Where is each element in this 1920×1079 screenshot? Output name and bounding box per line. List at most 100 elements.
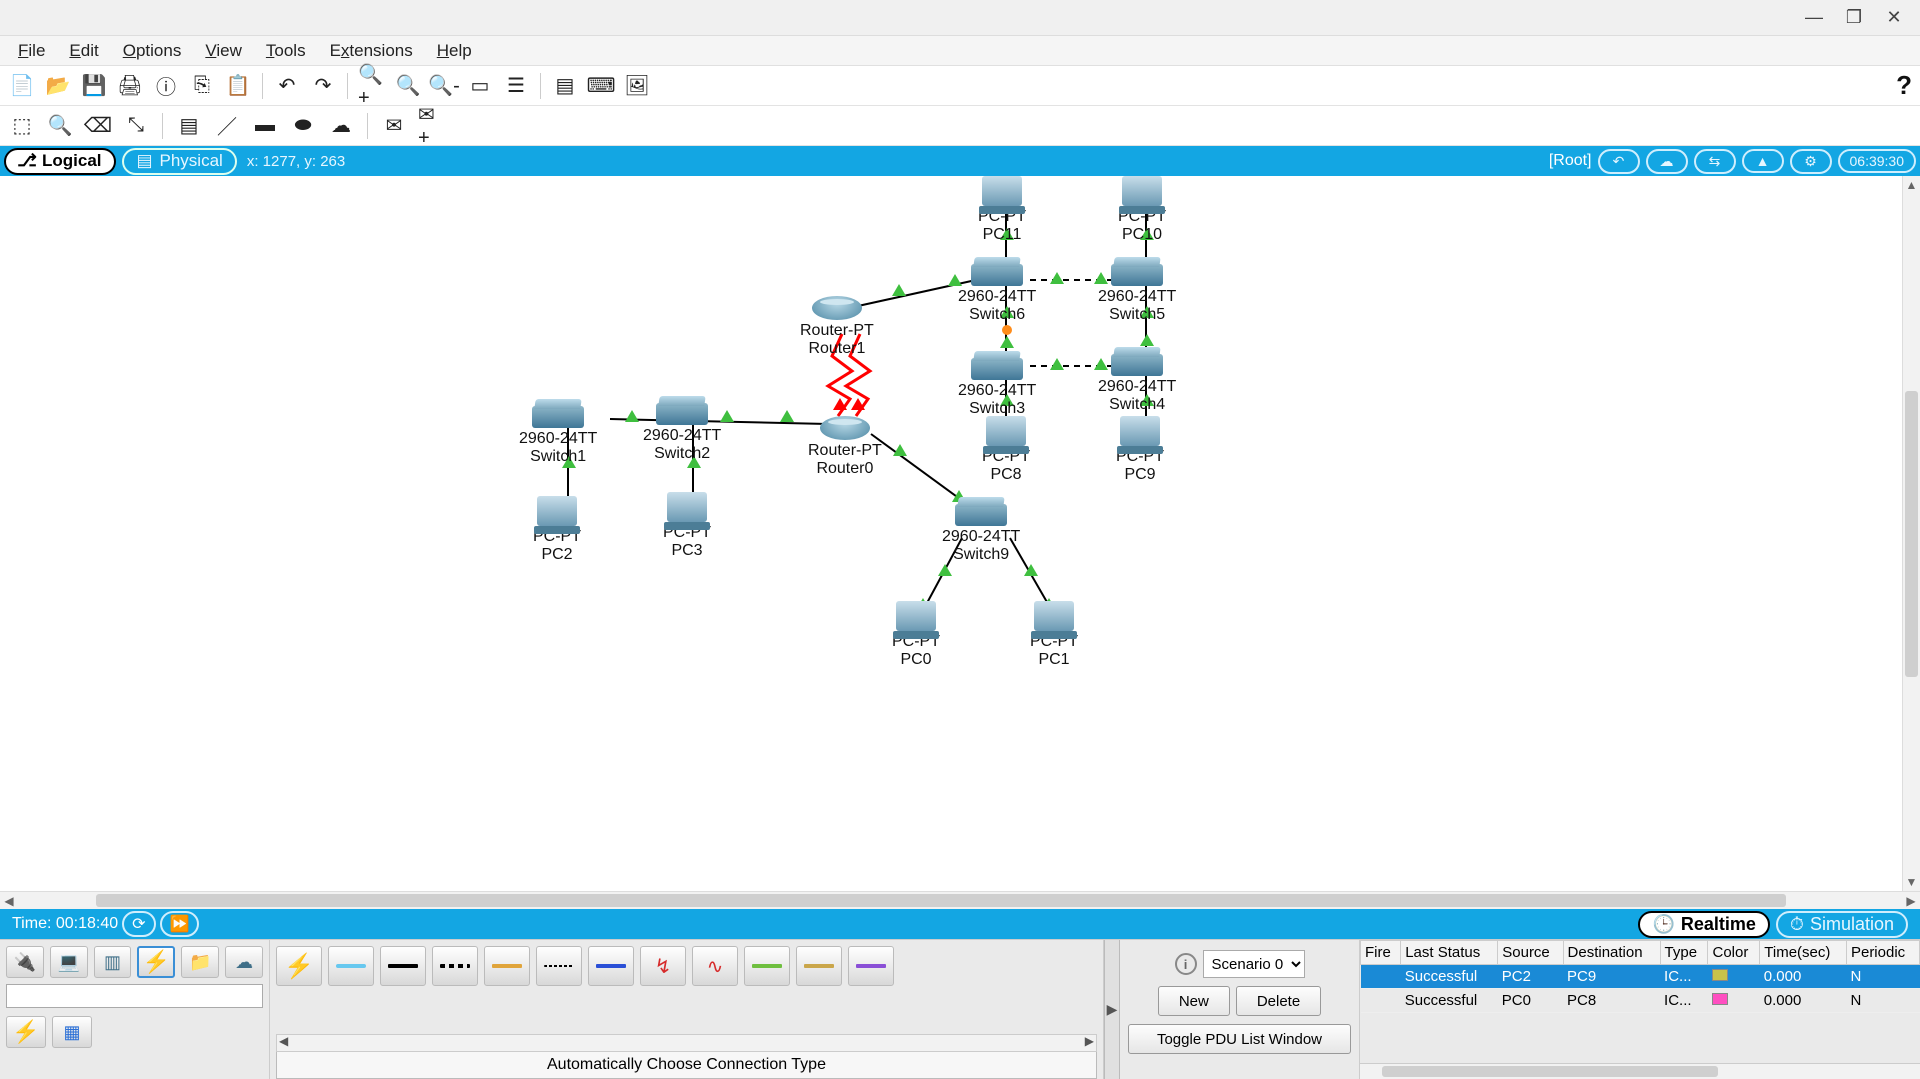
canvas-horizontal-scrollbar[interactable]: ◀ ▶ — [0, 891, 1920, 909]
simple-pdu-icon[interactable]: ✉ — [380, 112, 408, 140]
device-pc3[interactable]: PC-PT PC3 — [663, 492, 711, 561]
zoom-out-icon[interactable]: 🔍- — [430, 72, 458, 100]
conn-octal[interactable] — [744, 946, 790, 986]
open-file-icon[interactable]: 📂 — [44, 72, 72, 100]
save-icon[interactable]: 💾 — [80, 72, 108, 100]
screenshot-icon[interactable]: 🖼 — [623, 72, 651, 100]
delete-icon[interactable]: ⌫ — [84, 112, 112, 140]
col-fire[interactable]: Fire — [1361, 941, 1401, 965]
notes-icon[interactable]: ▤ — [551, 72, 579, 100]
device-switch2[interactable]: 2960-24TT Switch2 — [643, 403, 721, 464]
menu-file[interactable]: File — [8, 37, 55, 65]
col-type[interactable]: Type — [1660, 941, 1708, 965]
scroll-down-icon[interactable]: ▼ — [1903, 873, 1920, 891]
device-pc11[interactable]: PC-PT PC11 — [978, 176, 1026, 245]
connections-category[interactable]: ⚡ — [137, 946, 175, 978]
set-background-button[interactable]: ▲ — [1742, 149, 1784, 173]
connection-subtype-auto[interactable]: ⚡ — [6, 1016, 46, 1048]
canvas-vertical-scrollbar[interactable]: ▲ ▼ — [1902, 176, 1920, 891]
place-note-icon[interactable]: ▤ — [175, 112, 203, 140]
maximize-button[interactable]: ❐ — [1834, 4, 1874, 32]
conn-serial-dce[interactable]: ↯ — [640, 946, 686, 986]
menu-tools[interactable]: Tools — [256, 37, 316, 65]
scroll-thumb[interactable] — [1382, 1066, 1718, 1077]
scenario-info-icon[interactable]: i — [1175, 953, 1197, 975]
mode-simulation[interactable]: ⏱ Simulation — [1776, 911, 1908, 938]
cluster-button[interactable]: ☁ — [1646, 149, 1688, 174]
col-time[interactable]: Time(sec) — [1760, 941, 1847, 965]
menu-view[interactable]: View — [195, 37, 252, 65]
miscellaneous-category[interactable]: 📁 — [181, 946, 219, 978]
keyboard-icon[interactable]: ⌨ — [587, 72, 615, 100]
conn-iox[interactable] — [796, 946, 842, 986]
resize-icon[interactable]: ⤡ — [122, 112, 150, 140]
power-cycle-button[interactable]: ⟳ — [122, 911, 155, 937]
pdu-horizontal-scrollbar[interactable] — [1360, 1063, 1920, 1079]
pdu-row[interactable]: Successful PC2 PC9 IC... 0.000 N — [1361, 965, 1920, 989]
col-status[interactable]: Last Status — [1401, 941, 1498, 965]
device-search-input[interactable] — [6, 984, 263, 1008]
close-button[interactable]: ✕ — [1874, 4, 1914, 32]
help-icon[interactable]: ? — [1896, 70, 1912, 101]
menu-options[interactable]: Options — [113, 37, 192, 65]
pdu-row[interactable]: Successful PC0 PC8 IC... 0.000 N — [1361, 989, 1920, 1013]
conn-cross[interactable] — [432, 946, 478, 986]
device-switch6[interactable]: 2960-24TT Switch6 — [958, 264, 1036, 325]
device-pc10[interactable]: PC-PT PC10 — [1118, 176, 1166, 245]
rectangle-tool-icon[interactable]: ▬ — [251, 112, 279, 140]
paste-icon[interactable]: 📋 — [224, 72, 252, 100]
toggle-pdu-list-button[interactable]: Toggle PDU List Window — [1128, 1024, 1351, 1054]
device-router0[interactable]: Router-PT Router0 — [808, 416, 882, 479]
conn-phone[interactable] — [536, 946, 582, 986]
connection-subtype-grid[interactable]: ▦ — [52, 1016, 92, 1048]
mode-realtime[interactable]: 🕒 Realtime — [1638, 911, 1769, 938]
ellipse-tool-icon[interactable]: ⬬ — [289, 112, 317, 140]
complex-pdu-icon[interactable]: ✉+ — [418, 112, 446, 140]
device-switch9[interactable]: 2960-24TT Switch9 — [942, 504, 1020, 565]
tab-physical[interactable]: ▤ Physical — [122, 148, 237, 175]
root-label[interactable]: [Root] — [1549, 152, 1592, 170]
scenario-new-button[interactable]: New — [1158, 986, 1230, 1016]
activity-wizard-icon[interactable]: ⓘ — [152, 72, 180, 100]
conn-serial-dte[interactable]: ∿ — [692, 946, 738, 986]
device-switch5[interactable]: 2960-24TT Switch5 — [1098, 264, 1176, 325]
minimize-button[interactable]: — — [1794, 4, 1834, 32]
scenario-select[interactable]: Scenario 0 — [1203, 950, 1305, 978]
fast-forward-button[interactable]: ⏩ — [160, 911, 200, 937]
col-source[interactable]: Source — [1498, 941, 1563, 965]
device-pc0[interactable]: PC-PT PC0 — [892, 601, 940, 670]
menu-extensions[interactable]: Extensions — [320, 37, 423, 65]
menu-help[interactable]: Help — [427, 37, 482, 65]
tab-logical[interactable]: ⎇ Logical — [4, 148, 116, 175]
col-destination[interactable]: Destination — [1563, 941, 1660, 965]
zoom-reset-icon[interactable]: 🔍 — [394, 72, 422, 100]
device-switch4[interactable]: 2960-24TT Switch4 — [1098, 354, 1176, 415]
scroll-thumb[interactable] — [1905, 391, 1918, 677]
undo-icon[interactable]: ↶ — [273, 72, 301, 100]
copy-icon[interactable]: ⎘ — [188, 72, 216, 100]
device-pc2[interactable]: PC-PT PC2 — [533, 496, 581, 565]
network-devices-category[interactable]: 🔌 — [6, 946, 44, 978]
device-switch1[interactable]: 2960-24TT Switch1 — [519, 406, 597, 467]
print-icon[interactable]: 🖨 — [116, 72, 144, 100]
device-pc1[interactable]: PC-PT PC1 — [1030, 601, 1078, 670]
select-tool-icon[interactable]: ⬚ — [8, 112, 36, 140]
scroll-up-icon[interactable]: ▲ — [1903, 176, 1920, 194]
conn-auto[interactable]: ⚡ — [276, 946, 322, 986]
components-category[interactable]: ▥ — [94, 946, 132, 978]
scroll-left-icon[interactable]: ◀ — [0, 892, 18, 909]
multiuser-category[interactable]: ☁ — [225, 946, 263, 978]
conn-usb[interactable] — [848, 946, 894, 986]
freeform-tool-icon[interactable]: ☁ — [327, 112, 355, 140]
end-devices-category[interactable]: 💻 — [50, 946, 88, 978]
zoom-in-icon[interactable]: 🔍+ — [358, 72, 386, 100]
conn-fiber[interactable] — [484, 946, 530, 986]
conn-coax[interactable] — [588, 946, 634, 986]
custom-devices-icon[interactable]: ☰ — [502, 72, 530, 100]
col-color[interactable]: Color — [1708, 941, 1760, 965]
col-periodic[interactable]: Periodic — [1846, 941, 1919, 965]
move-object-button[interactable]: ⇆ — [1694, 149, 1736, 174]
conn-console[interactable] — [328, 946, 374, 986]
scroll-thumb[interactable] — [96, 894, 1786, 907]
conn-straight[interactable] — [380, 946, 426, 986]
